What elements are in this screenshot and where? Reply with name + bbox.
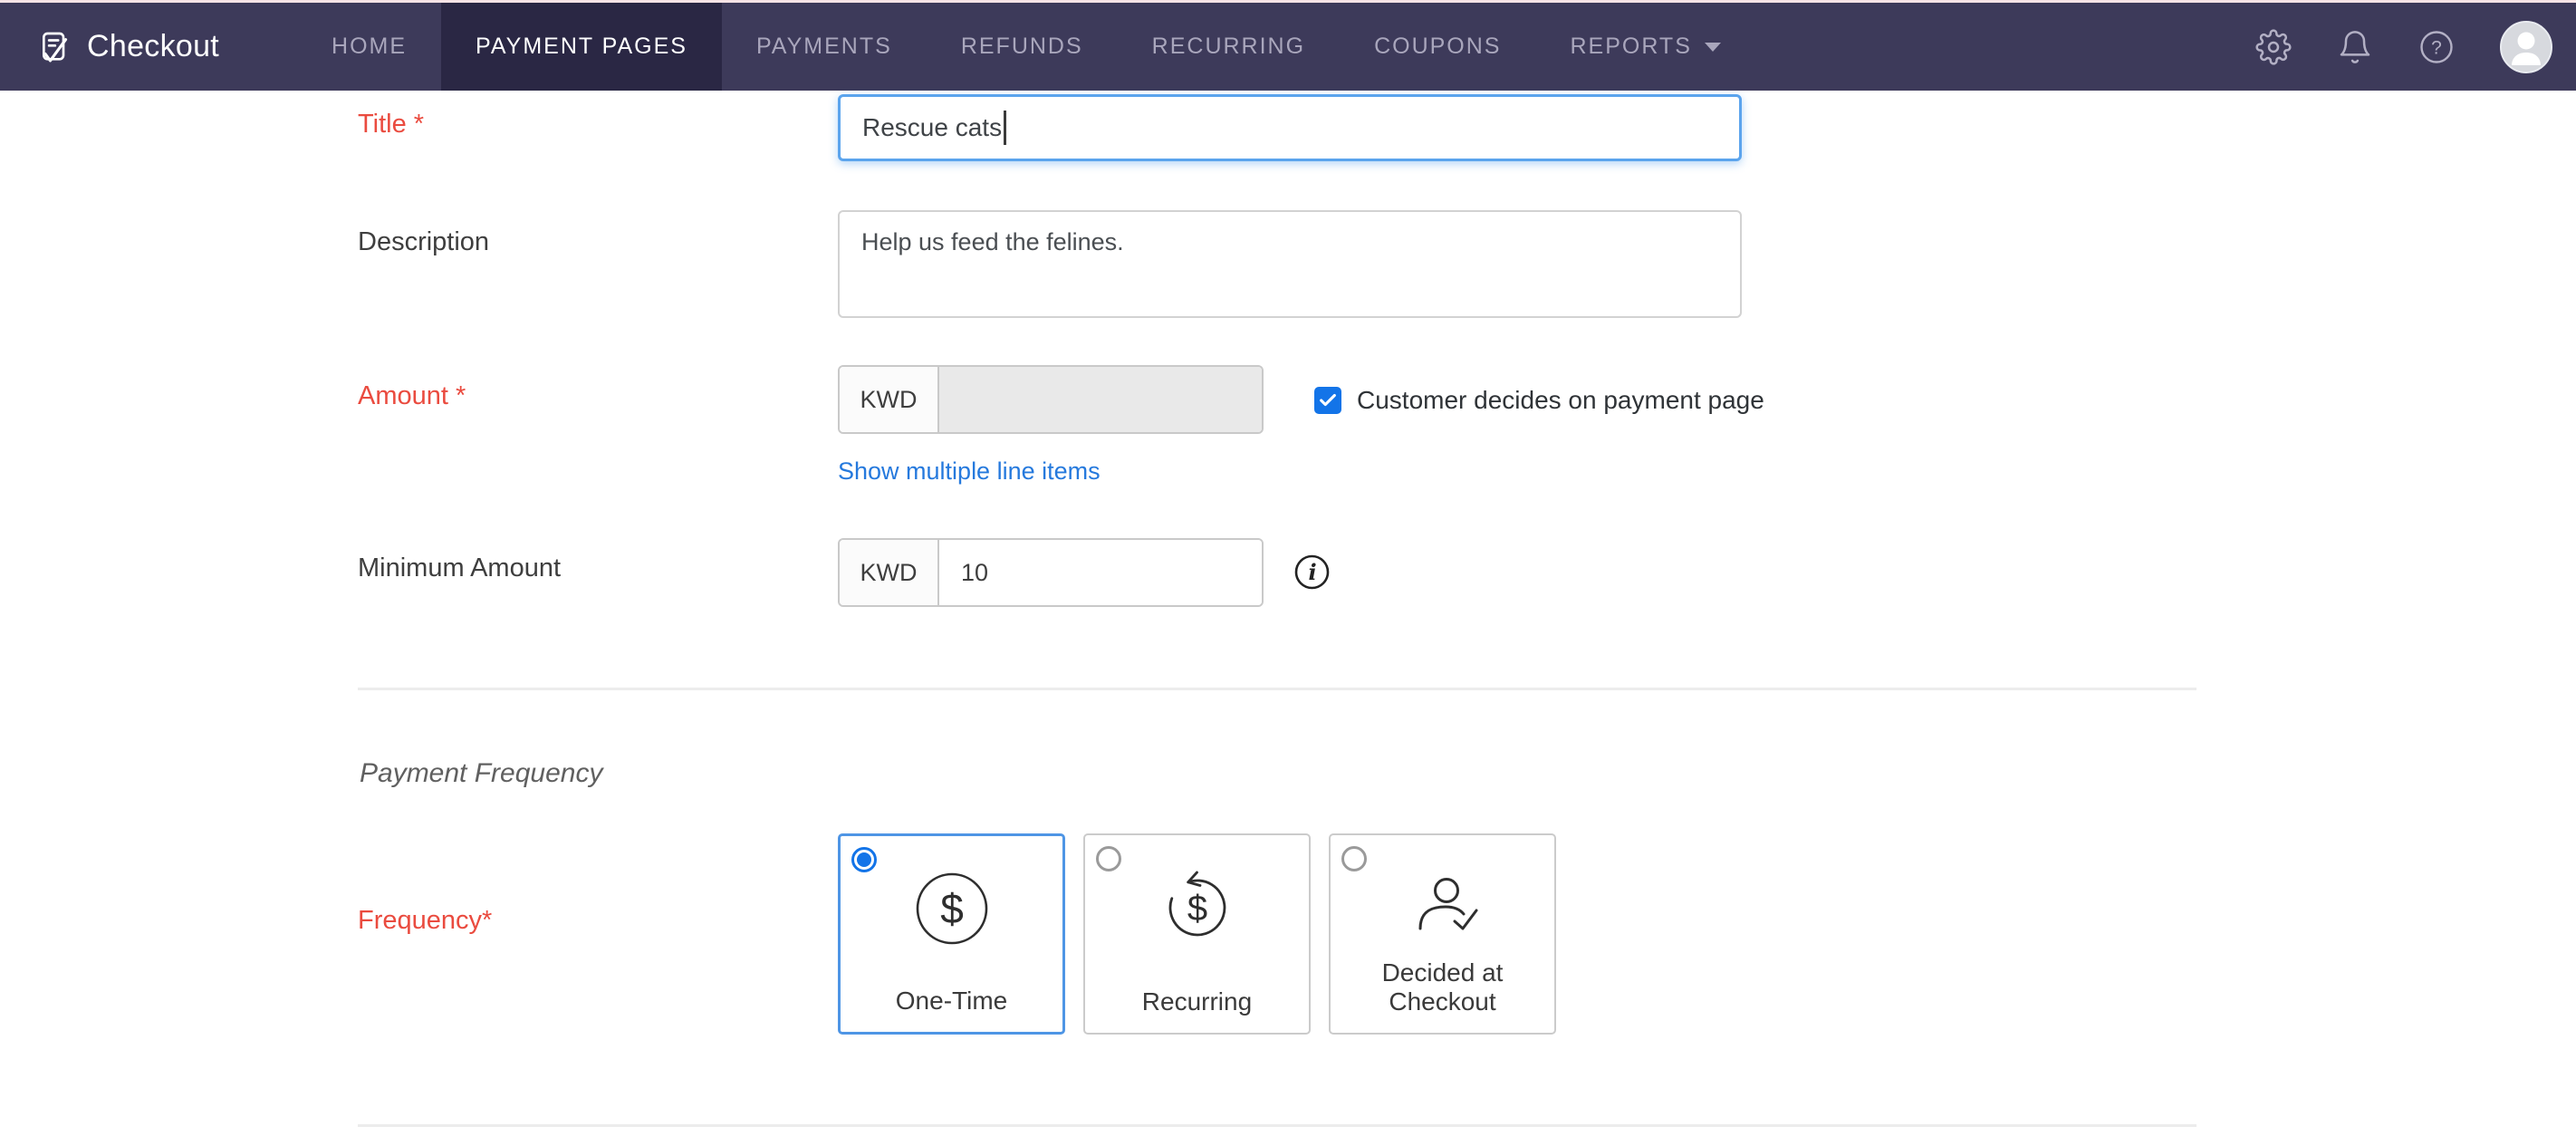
- description-value: Help us feed the felines.: [861, 228, 1124, 255]
- frequency-option-label: Recurring: [1141, 987, 1253, 1016]
- payment-page-editor: Checkout HOME PAYMENT PAGES PAYMENTS REF…: [0, 0, 2576, 1136]
- notifications-icon[interactable]: [2337, 29, 2373, 65]
- nav-item-reports[interactable]: REPORTS: [1535, 3, 1754, 91]
- text-cursor: [1004, 111, 1007, 145]
- radio-recurring[interactable]: [1096, 846, 1121, 871]
- radio-one-time[interactable]: [851, 847, 877, 872]
- show-multiple-line-items-link[interactable]: Show multiple line items: [838, 457, 1101, 486]
- nav-item-payments[interactable]: PAYMENTS: [722, 3, 927, 91]
- svg-text:?: ?: [2431, 37, 2442, 58]
- radio-decided-at-checkout[interactable]: [1341, 846, 1367, 871]
- payment-frequency-heading: Payment Frequency: [360, 758, 603, 788]
- window-top-strip: [0, 0, 2576, 3]
- amount-currency: KWD: [840, 367, 939, 432]
- checkout-receipt-pen-icon: [36, 29, 72, 65]
- customer-decides-label[interactable]: Customer decides on payment page: [1357, 386, 1764, 415]
- frequency-option-recurring[interactable]: $ Recurring: [1083, 833, 1311, 1035]
- nav-item-coupons[interactable]: COUPONS: [1340, 3, 1535, 91]
- frequency-options: $ One-Time $ Recurring Decided at Checko…: [838, 833, 1556, 1035]
- recurring-cycle-icon: $: [1159, 870, 1235, 946]
- svg-text:i: i: [1308, 559, 1316, 585]
- svg-text:$: $: [1187, 889, 1206, 929]
- description-label: Description: [358, 227, 490, 256]
- brand-title: Checkout: [87, 29, 220, 63]
- title-input[interactable]: Rescue cats: [838, 94, 1742, 161]
- frequency-label: Frequency*: [358, 906, 493, 935]
- customer-decides-checkbox[interactable]: [1314, 387, 1341, 414]
- nav-right-icons: ?: [2255, 3, 2576, 91]
- description-textarea[interactable]: Help us feed the felines.: [838, 210, 1742, 318]
- nav-menu: HOME PAYMENT PAGES PAYMENTS REFUNDS RECU…: [297, 3, 1755, 91]
- minimum-amount-currency: KWD: [840, 540, 939, 605]
- brand[interactable]: Checkout: [0, 3, 219, 91]
- amount-input-group: KWD: [838, 365, 1264, 434]
- nav-item-home[interactable]: HOME: [297, 3, 441, 91]
- chevron-down-icon: [1704, 42, 1721, 52]
- amount-label: Amount *: [358, 381, 466, 410]
- title-label: Title *: [358, 110, 425, 139]
- one-time-dollar-icon: $: [914, 871, 990, 947]
- frequency-option-one-time[interactable]: $ One-Time: [838, 833, 1065, 1035]
- frequency-option-label: Decided at Checkout: [1381, 958, 1504, 1016]
- help-icon[interactable]: ?: [2418, 29, 2455, 65]
- title-value: Rescue cats: [862, 113, 1003, 141]
- frequency-option-decided-at-checkout[interactable]: Decided at Checkout: [1329, 833, 1556, 1035]
- settings-icon[interactable]: [2255, 28, 2292, 65]
- frequency-option-label: One-Time: [895, 986, 1008, 1015]
- amount-input[interactable]: [939, 367, 1262, 432]
- user-avatar[interactable]: [2500, 20, 2552, 73]
- nav-item-refunds[interactable]: REFUNDS: [927, 3, 1118, 91]
- minimum-amount-input-group: KWD 10: [838, 538, 1264, 607]
- minimum-amount-input[interactable]: 10: [939, 540, 1262, 605]
- info-icon[interactable]: i: [1293, 554, 1331, 591]
- nav-item-recurring[interactable]: RECURRING: [1118, 3, 1340, 91]
- svg-text:$: $: [940, 885, 964, 932]
- section-divider-top: [358, 688, 2196, 690]
- minimum-amount-label: Minimum Amount: [358, 554, 562, 582]
- section-divider-bottom: [358, 1124, 2196, 1127]
- nav-item-payment-pages[interactable]: PAYMENT PAGES: [441, 3, 722, 91]
- top-navbar: Checkout HOME PAYMENT PAGES PAYMENTS REF…: [0, 3, 2576, 91]
- decided-at-checkout-person-icon: [1405, 870, 1481, 946]
